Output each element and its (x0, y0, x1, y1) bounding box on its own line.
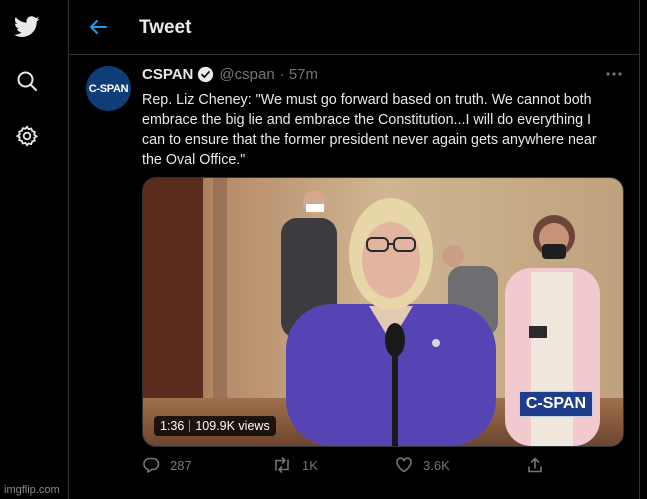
video-views: 109.9K views (195, 419, 270, 433)
like-count: 3.6K (423, 457, 450, 473)
retweet-button[interactable]: 1K (272, 456, 318, 474)
author-name[interactable]: CSPAN (142, 66, 193, 83)
sidebar (0, 0, 68, 499)
like-icon (396, 457, 412, 473)
more-icon[interactable] (605, 66, 623, 82)
reply-button[interactable]: 287 (142, 456, 192, 474)
tweet-header: Tweet (69, 0, 639, 55)
cspan-logo: C-SPAN (518, 391, 593, 417)
search-icon[interactable] (13, 67, 41, 95)
video-stats-badge: 1:36 109.9K views (154, 416, 276, 436)
author-handle[interactable]: @cspan (219, 66, 274, 83)
retweet-count: 1K (302, 457, 318, 473)
reply-icon (143, 457, 160, 473)
tweet-time[interactable]: · 57m (280, 66, 318, 83)
tweet-text: Rep. Liz Cheney: "We must go forward bas… (142, 92, 597, 168)
gear-icon[interactable] (13, 122, 41, 150)
twitter-logo-icon[interactable] (13, 13, 41, 41)
watermark: imgflip.com (4, 484, 60, 496)
retweet-icon (275, 457, 289, 473)
tweet-author-row: CSPAN @cspan · 57m (142, 66, 318, 83)
video-duration: 1:36 (160, 419, 185, 433)
tweet-actions: 287 1K 3.6K (142, 456, 562, 478)
video-player[interactable]: 1:36 109.9K views C-SPAN (142, 177, 624, 447)
verified-badge-icon (198, 66, 214, 83)
avatar-label: C-SPAN (88, 82, 129, 95)
like-button[interactable]: 3.6K (395, 456, 450, 474)
page-title: Tweet (139, 17, 192, 38)
share-icon (528, 457, 542, 473)
reply-count: 287 (170, 457, 192, 473)
main-column: Tweet C-SPAN CSPAN @cspan · 57m Rep. Liz… (68, 0, 640, 499)
back-arrow-icon[interactable] (87, 16, 109, 38)
avatar[interactable]: C-SPAN (86, 66, 131, 111)
share-button[interactable] (526, 456, 554, 474)
